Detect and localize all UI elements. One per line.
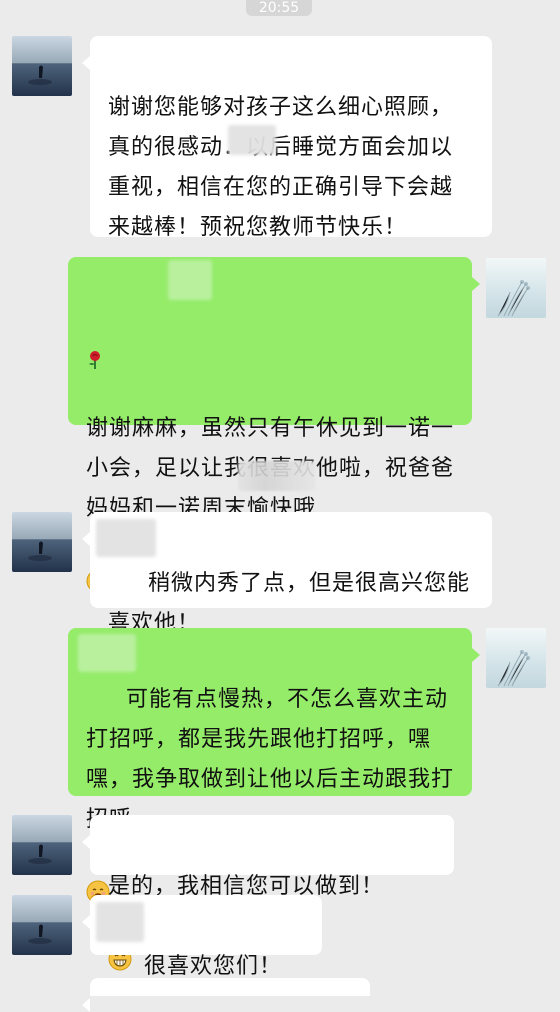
message-text: 谢谢您能够对孩子这么细心照顾，真的很感动．以后睡觉方面会加以重视，相信在您的正确… (108, 95, 454, 240)
message-bubble-5[interactable]: 是的，我相信您可以做到！ (82, 815, 454, 971)
avatar-image (12, 978, 72, 996)
message-bubble-1[interactable]: 谢谢您能够对孩子这么细心照顾，真的很感动．以后睡觉方面会加以重视，相信在您的正确… (82, 36, 492, 388)
avatar-image (486, 258, 546, 318)
sender-avatar[interactable] (12, 978, 72, 996)
sender-avatar[interactable] (12, 895, 72, 955)
timestamp: 20:55 (246, 0, 312, 16)
message-bubble-4[interactable]: 可能有点慢热，不怎么喜欢主动打招呼，都是我先跟他打招呼，嘿嘿，我争取做到让他以后… (68, 628, 480, 904)
sender-avatar[interactable] (12, 815, 72, 875)
avatar-image (12, 36, 72, 96)
avatar-image (12, 512, 72, 572)
redacted-divider (238, 461, 316, 491)
message-bubble-partial[interactable] (82, 978, 370, 1012)
rose-emoji-icon (86, 309, 104, 369)
message-bubble-6[interactable]: 很喜欢您们！ (82, 895, 322, 979)
avatar-image (12, 895, 72, 955)
message-text: 可能有点慢热，不怎么喜欢主动打招呼，都是我先跟他打招呼，嘿嘿，我争取做到让他以后… (86, 687, 455, 832)
receiver-avatar[interactable] (486, 258, 546, 318)
avatar-image (12, 815, 72, 875)
avatar-image (486, 628, 546, 688)
message-text: 稍微内秀了点，但是很高兴您能喜欢他！ (108, 571, 471, 636)
message-bubble-3[interactable]: 稍微内秀了点，但是很高兴您能喜欢他！ (82, 512, 492, 636)
message-text: 很喜欢您们！ (144, 954, 283, 979)
sender-avatar[interactable] (12, 512, 72, 572)
message-bubble-2[interactable]: 谢谢麻麻，虽然只有午休见到一诺一小会，足以让我很喜欢他啦，祝爸爸妈妈和一诺周末愉… (68, 257, 480, 593)
receiver-avatar[interactable] (486, 628, 546, 688)
sender-avatar[interactable] (12, 36, 72, 96)
